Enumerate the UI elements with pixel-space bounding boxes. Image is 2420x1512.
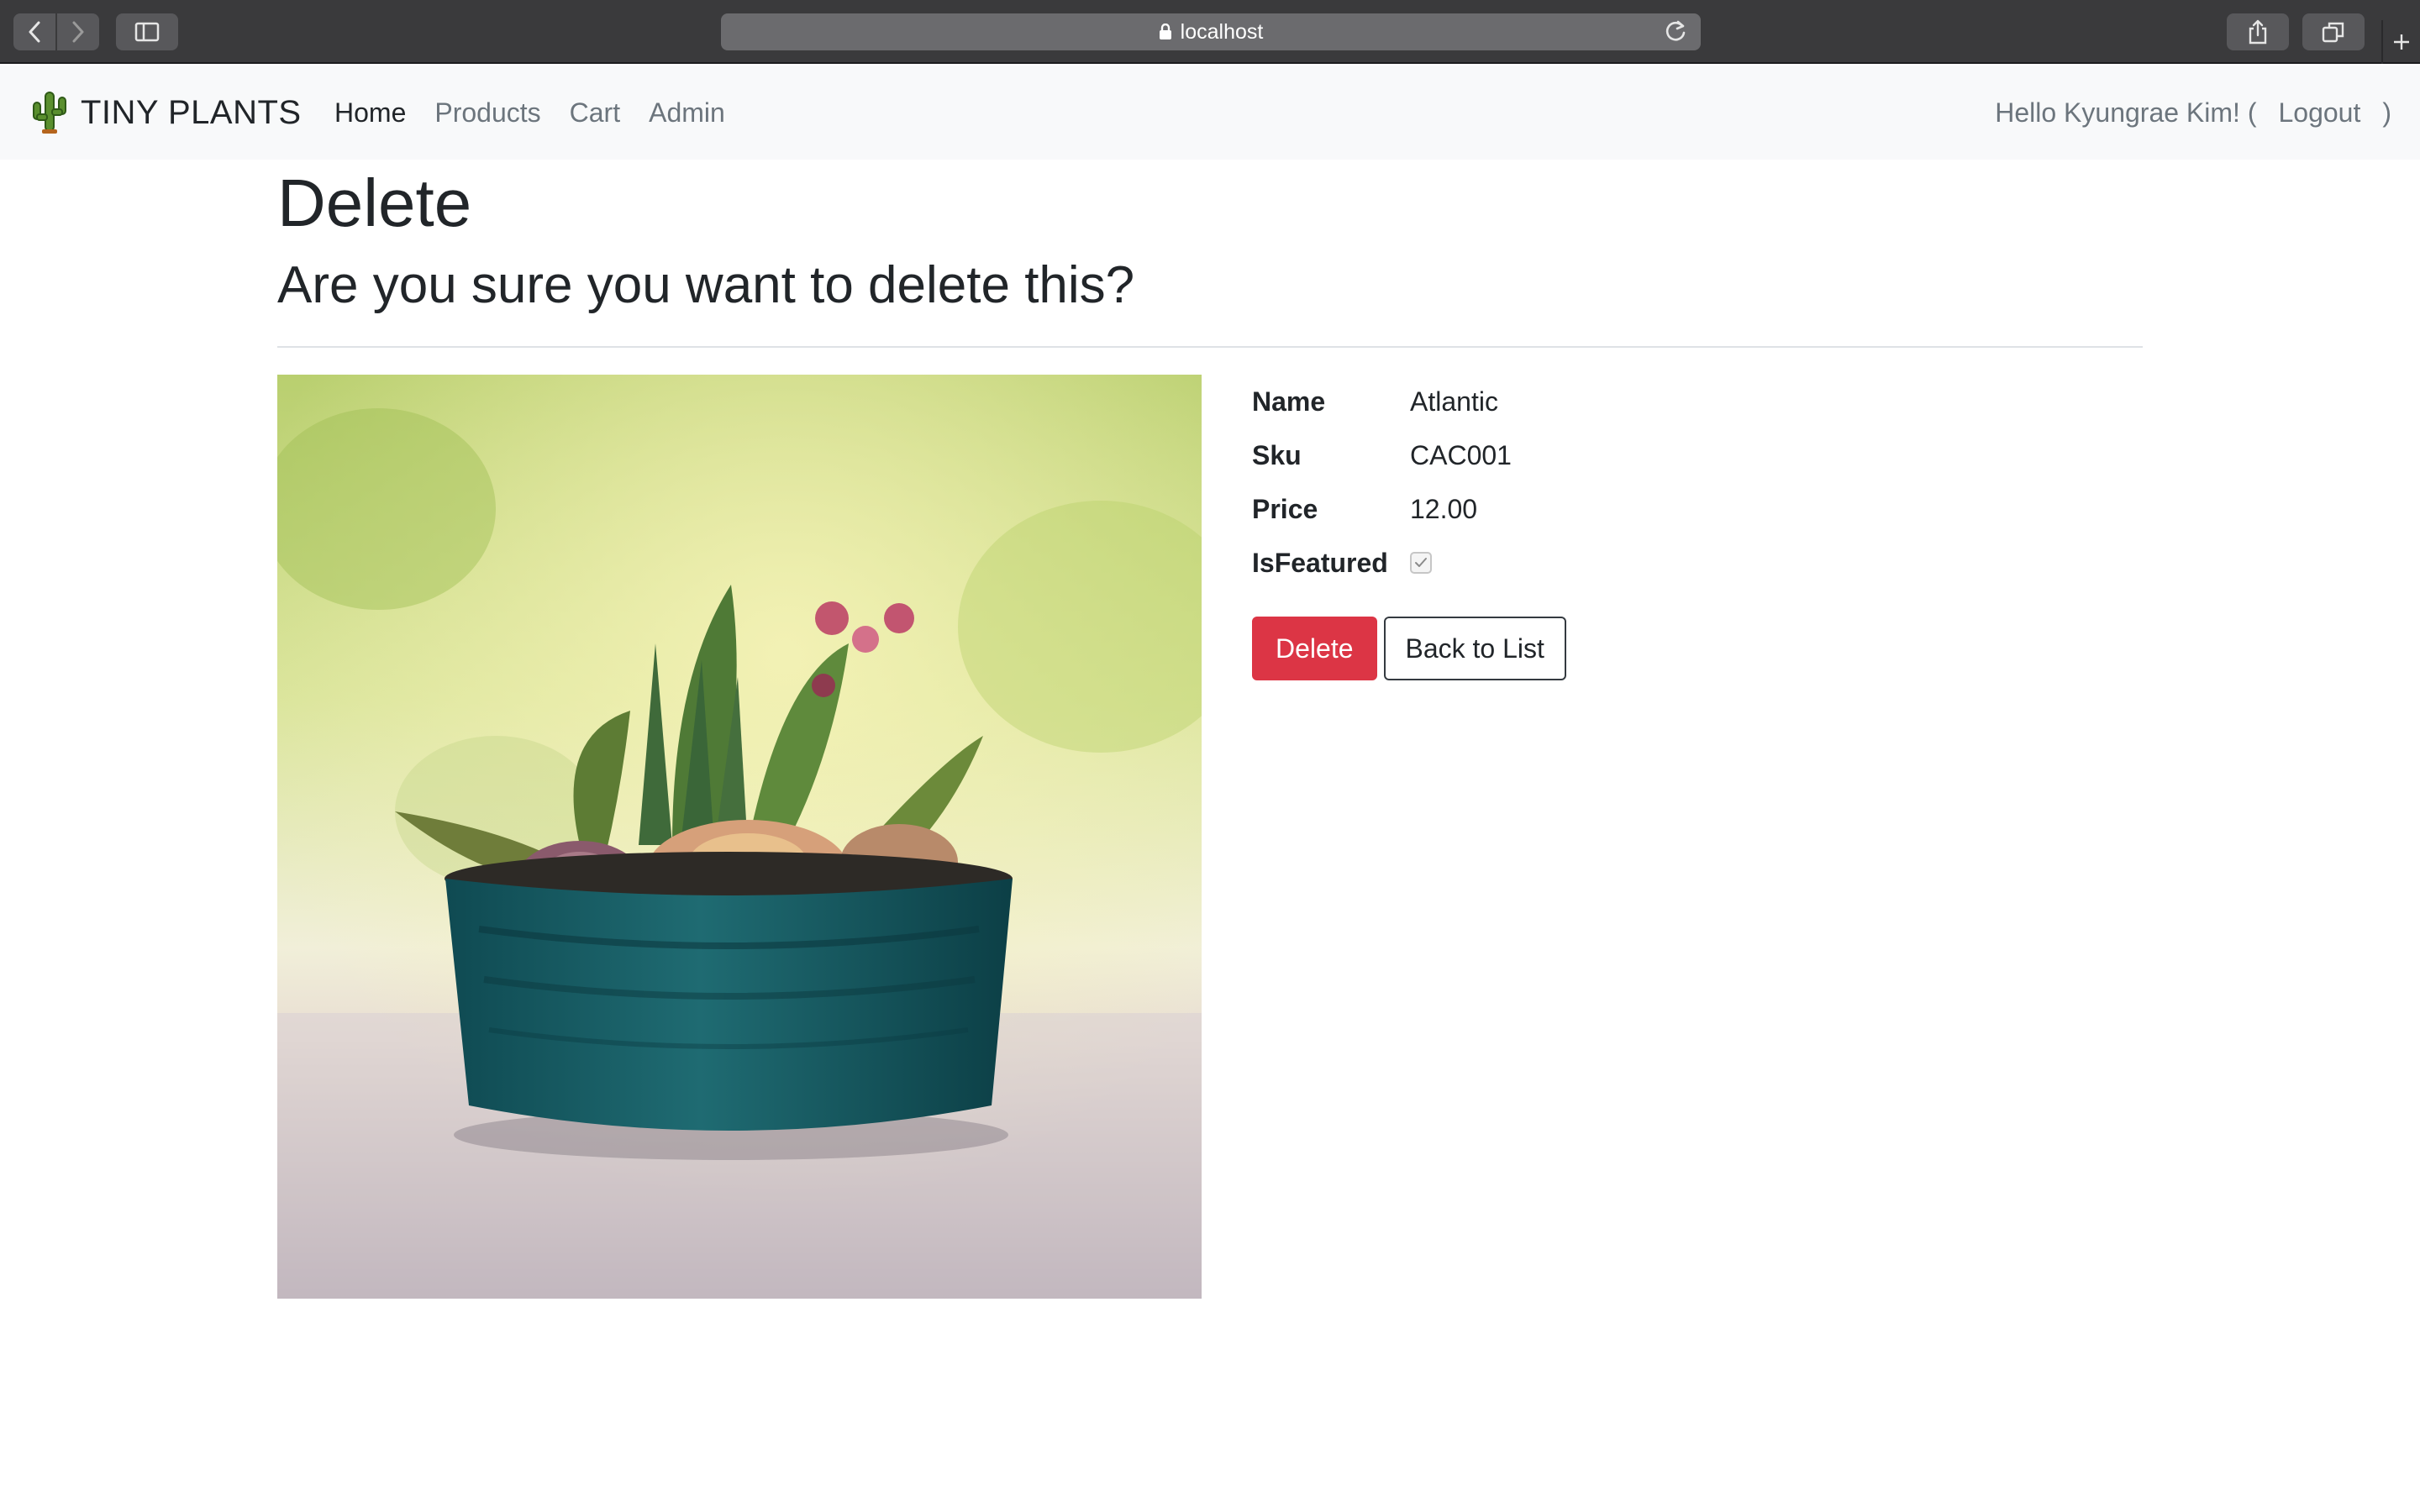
nav-products[interactable]: Products: [434, 97, 540, 129]
back-arrow-icon[interactable]: [13, 13, 55, 50]
detail-row-name: Name Atlantic: [1252, 375, 1512, 428]
divider: [277, 346, 2143, 348]
nav-cart[interactable]: Cart: [570, 97, 620, 129]
greeting-close: ): [2382, 97, 2391, 128]
history-nav: [13, 13, 99, 50]
confirm-question: Are you sure you want to delete this?: [277, 256, 1135, 314]
logout-link[interactable]: Logout: [2278, 97, 2360, 129]
reload-icon[interactable]: [1662, 18, 1689, 45]
isfeatured-checkbox: [1410, 552, 1432, 574]
user-greeting: Hello Kyungrae Kim! ( Logout ): [1995, 89, 2391, 136]
greeting-text: Hello Kyungrae Kim! (: [1995, 97, 2257, 128]
product-image: [277, 375, 1202, 1299]
lock-icon: [1159, 24, 1171, 39]
detail-value: Atlantic: [1410, 386, 1498, 417]
detail-label: Price: [1252, 493, 1318, 524]
detail-row-sku: Sku CAC001: [1252, 428, 1512, 482]
detail-row-isfeatured: IsFeatured: [1252, 536, 1512, 590]
detail-label: Sku: [1252, 439, 1302, 470]
detail-row-price: Price 12.00: [1252, 482, 1512, 536]
detail-value: CAC001: [1410, 439, 1512, 470]
detail-label: IsFeatured: [1252, 547, 1388, 578]
detail-label: Name: [1252, 386, 1326, 417]
site-navbar: TINY PLANTS Home Products Cart Admin Hel…: [0, 66, 2420, 160]
product-details: Name Atlantic Sku CAC001 Price 12.00 IsF…: [1252, 375, 1512, 590]
forward-arrow-icon[interactable]: [55, 13, 99, 50]
brand-link[interactable]: TINY PLANTS: [30, 89, 302, 136]
main-nav: Home Products Cart Admin: [334, 89, 725, 136]
address-bar[interactable]: localhost: [721, 13, 1701, 50]
url-text: localhost: [1180, 19, 1264, 44]
cactus-logo-icon: [33, 92, 66, 134]
browser-toolbar: localhost: [0, 0, 2420, 64]
checkmark-icon: [1415, 558, 1427, 567]
delete-button[interactable]: Delete: [1252, 617, 1377, 680]
tabs-overview-icon[interactable]: [2302, 13, 2365, 50]
form-actions: Delete Back to List: [1252, 617, 1566, 680]
share-icon[interactable]: [2227, 13, 2289, 50]
detail-value: 12.00: [1410, 493, 1478, 524]
new-tab-icon[interactable]: [2381, 20, 2420, 64]
nav-home[interactable]: Home: [334, 97, 406, 129]
brand-name: TINY PLANTS: [81, 93, 302, 131]
page-title: Delete: [277, 165, 472, 240]
nav-admin[interactable]: Admin: [649, 97, 725, 129]
back-to-list-button[interactable]: Back to List: [1383, 617, 1566, 680]
sidebar-toggle-icon[interactable]: [116, 13, 178, 50]
